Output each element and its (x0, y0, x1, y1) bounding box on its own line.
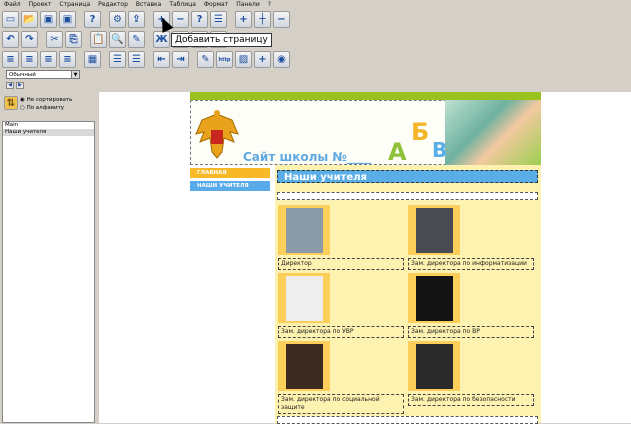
cut-icon[interactable]: ✂ (46, 31, 63, 48)
align-left-icon[interactable]: ≡ (2, 51, 19, 68)
content-heading[interactable]: Наши учителя (277, 170, 538, 183)
page-item-teachers[interactable]: Наши учителя (3, 129, 94, 136)
teacher-photo[interactable] (415, 275, 453, 321)
teacher-photo-frame (408, 273, 460, 323)
radio-label: По алфавиту (26, 105, 65, 111)
forward-icon[interactable]: ▶ (16, 82, 24, 89)
site-nav-teachers[interactable]: НАШИ УЧИТЕЛЯ (190, 181, 270, 191)
add-block-icon[interactable]: + (254, 51, 271, 68)
teacher-photo[interactable] (415, 207, 453, 253)
style-select-value: Обычный (9, 72, 36, 78)
page-help-icon[interactable]: ? (191, 11, 208, 28)
save-as-icon[interactable]: ▣ (59, 11, 76, 28)
teacher-caption[interactable]: Директор (278, 258, 404, 270)
chevron-down-icon[interactable]: ▼ (71, 71, 79, 78)
radio-no-sort[interactable]: ◉ Не сортировать (20, 96, 72, 104)
letter-v: В (432, 138, 448, 162)
menu-item[interactable]: Проект (29, 0, 52, 10)
menu-item[interactable]: Редактор (98, 0, 128, 10)
format-brush-icon[interactable]: ✎ (128, 31, 145, 48)
menu-item[interactable]: Страница (59, 0, 90, 10)
delete-row-icon[interactable]: − (273, 11, 290, 28)
letter-b: Б (411, 118, 430, 146)
radio-alphabetical[interactable]: ○ По алфавиту (20, 104, 72, 112)
undo-icon[interactable]: ↶ (2, 31, 19, 48)
top-green-bar (190, 92, 541, 100)
teacher-photo-frame (278, 341, 330, 391)
teacher-photo[interactable] (415, 343, 453, 389)
teacher-photo-frame (408, 341, 460, 391)
save-icon[interactable]: ▣ (40, 11, 57, 28)
teacher-caption[interactable]: Зам. директора по ВР (408, 326, 534, 338)
new-page-icon[interactable]: ▭ (2, 11, 19, 28)
insert-row-icon[interactable]: + (235, 11, 252, 28)
numbered-list-icon[interactable]: ☰ (128, 51, 145, 68)
remove-page-icon[interactable]: − (172, 11, 189, 28)
align-right-icon[interactable]: ≡ (40, 51, 57, 68)
nav-buttons: ◀ ▶ (6, 82, 24, 89)
redo-icon[interactable]: ↷ (21, 31, 38, 48)
teacher-photo[interactable] (285, 275, 323, 321)
menu-item[interactable]: Формат (204, 0, 228, 10)
teacher-caption[interactable]: Зам. директора по социальной защите (278, 394, 404, 414)
compass-icon[interactable]: ◉ (273, 51, 290, 68)
teacher-photo[interactable] (285, 343, 323, 389)
bold-icon[interactable]: Ж (153, 31, 170, 48)
teacher-caption[interactable]: Зам. директора по безопасности (408, 394, 534, 406)
teacher-caption[interactable]: Зам. директора по УВР (278, 326, 404, 338)
insert-column-icon[interactable]: ┼ (254, 11, 271, 28)
site-nav-home[interactable]: ГЛАВНАЯ (190, 168, 270, 178)
coat-of-arms-icon (195, 110, 239, 159)
copy-icon[interactable]: ⎘ (65, 31, 82, 48)
tooltip: Добавить страницу (171, 33, 272, 47)
letter-a: А (388, 138, 407, 166)
menu-bar: Файл Проект Страница Редактор Вставка Таблица… (0, 0, 631, 10)
paste-icon[interactable]: 📋 (90, 31, 107, 48)
find-icon[interactable]: 🔍 (109, 31, 126, 48)
outdent-icon[interactable]: ⇤ (153, 51, 170, 68)
sort-icon[interactable]: ⇅ (4, 96, 18, 110)
menu-item[interactable]: Файл (4, 0, 21, 10)
teacher-photo[interactable] (285, 207, 323, 253)
sort-options: ◉ Не сортировать ○ По алфавиту (20, 96, 72, 112)
page-item-main[interactable]: Main (3, 122, 94, 129)
teacher-photo-frame (278, 205, 330, 255)
toolbar-main: ▭ 📂 ▣ ▣? ⚙ ⇪ + −? ☰ + ┼ − (2, 10, 290, 29)
menu-item[interactable]: Панели (236, 0, 260, 10)
radio-label: Не сортировать (26, 97, 73, 103)
pages-list: Main Наши учителя (2, 121, 95, 423)
back-icon[interactable]: ◀ (6, 82, 14, 89)
publish-icon[interactable]: ⚙ (109, 11, 126, 28)
paragraph-style-select[interactable]: Обычный ▼ (6, 70, 80, 79)
picture-icon[interactable]: ▨ (235, 51, 252, 68)
indent-icon[interactable]: ⇥ (172, 51, 189, 68)
menu-item[interactable]: Таблица (169, 0, 196, 10)
teacher-caption[interactable]: Зам. директора по информатизации (408, 258, 534, 270)
menu-item[interactable]: ? (268, 0, 271, 10)
menu-item[interactable]: Вставка (136, 0, 161, 10)
page-list-icon[interactable]: ☰ (210, 11, 227, 28)
help-folder-icon[interactable]: ? (84, 11, 101, 28)
image-icon[interactable]: ▦ (84, 51, 101, 68)
edit-icon[interactable]: ✎ (197, 51, 214, 68)
justify-icon[interactable]: ≡ (59, 51, 76, 68)
toolbar-format: ≡ ≡ ≡ ≡ ▦ ☰ ☰ ⇤ ⇥ ✎ http ▨ + ◉ (2, 50, 290, 69)
site-title[interactable]: Сайт школы №____ (243, 150, 371, 164)
open-folder-icon[interactable]: 📂 (21, 11, 38, 28)
bullet-list-icon[interactable]: ☰ (109, 51, 126, 68)
teacher-photo-frame (408, 205, 460, 255)
header-children-photo (445, 100, 541, 165)
empty-block[interactable] (277, 192, 538, 200)
align-center-icon[interactable]: ≡ (21, 51, 38, 68)
upload-icon[interactable]: ⇪ (128, 11, 145, 28)
teacher-photo-frame (278, 273, 330, 323)
link-icon[interactable]: http (216, 51, 233, 68)
